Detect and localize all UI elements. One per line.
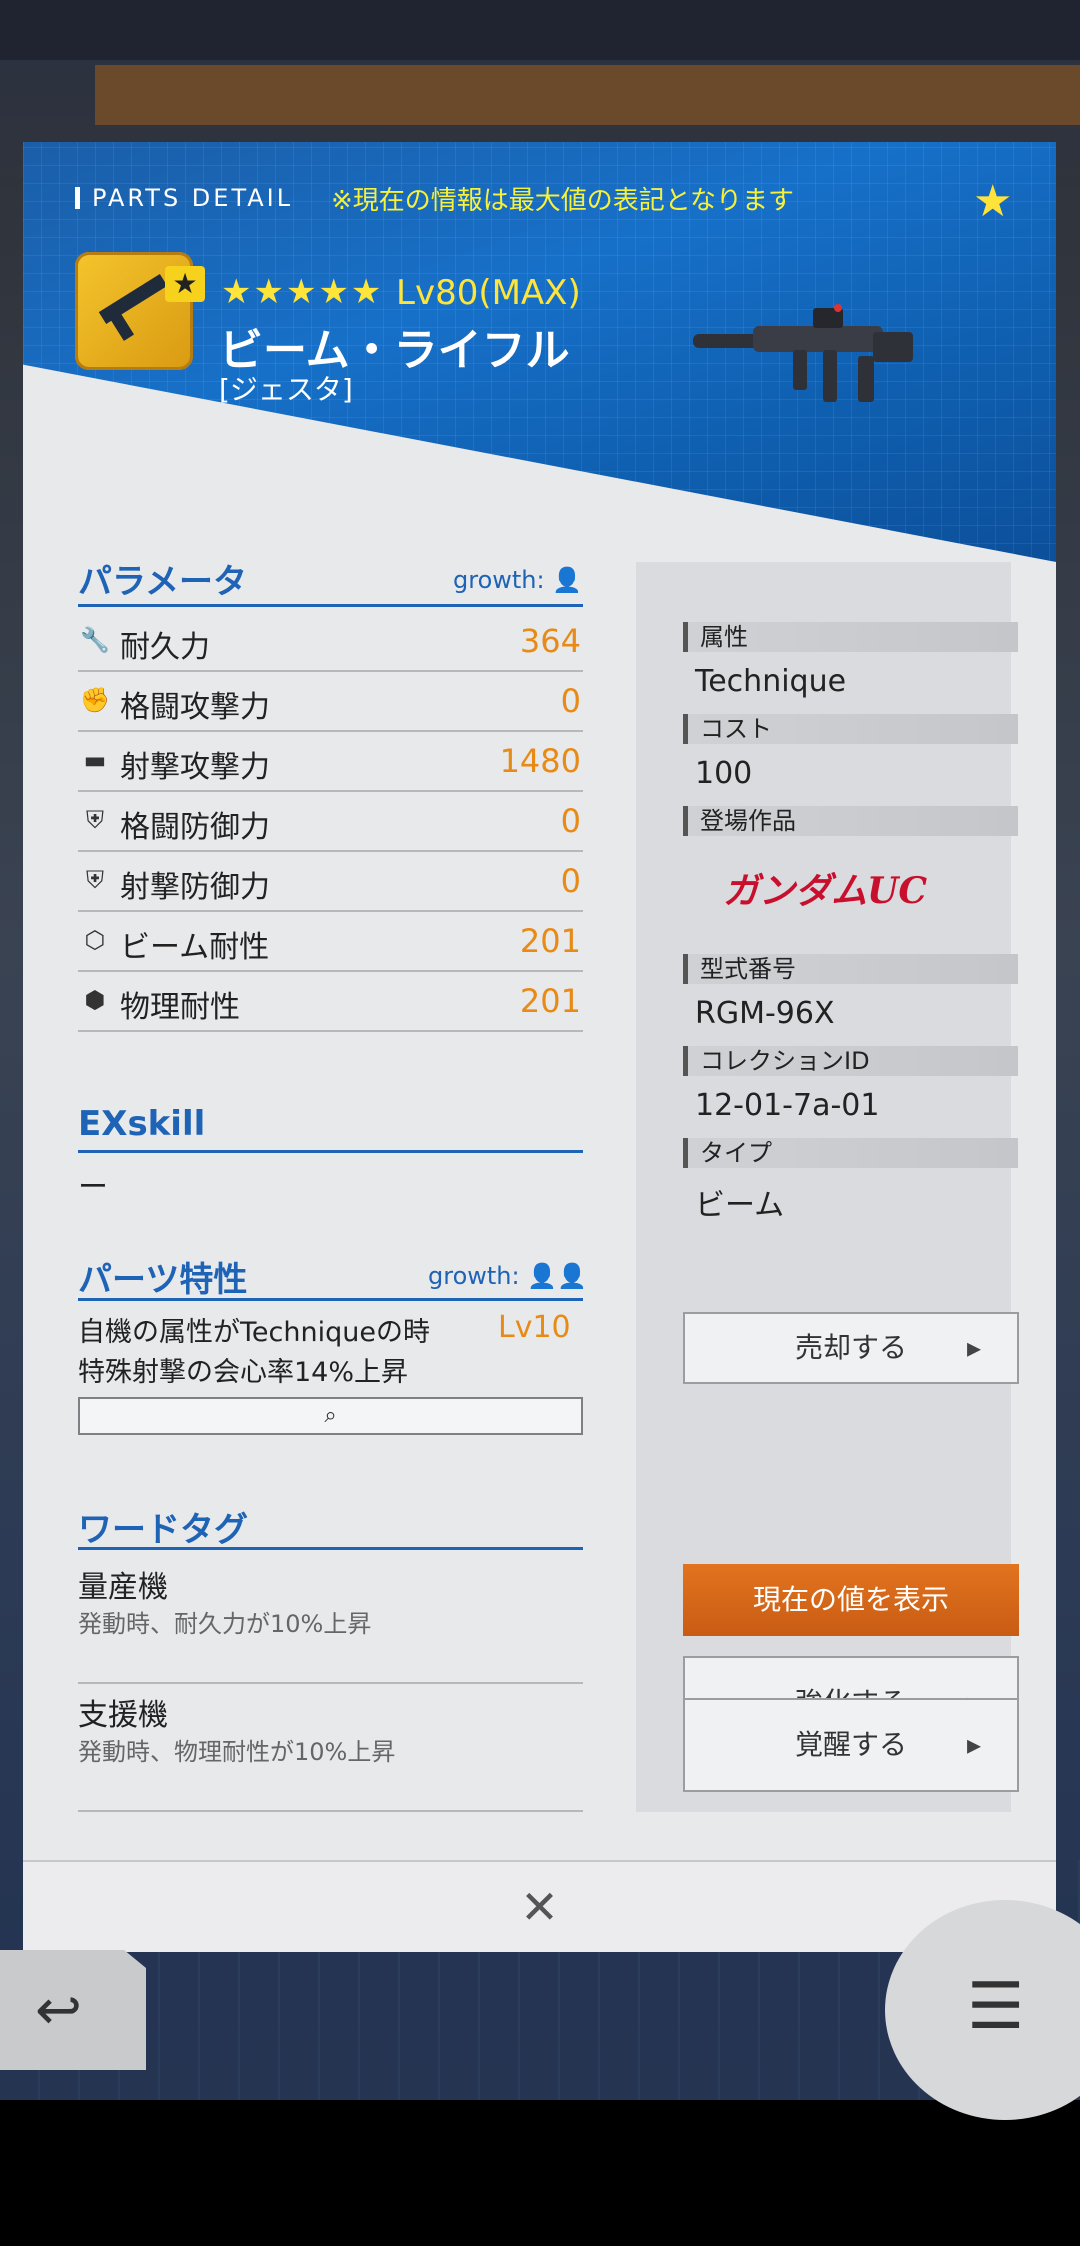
- params-title: パラメータ: [78, 562, 247, 602]
- trait-search-button[interactable]: ⌕: [78, 1397, 583, 1435]
- exskill-title-underline: [78, 1150, 583, 1153]
- param-row: ⛨ 射撃防御力 0: [78, 852, 583, 912]
- parts-detail-panel: PARTS DETAIL ※現在の情報は最大値の表記となります ★ ★ ★★★★…: [23, 142, 1056, 1952]
- hex-beam-icon: ⬡: [84, 926, 106, 954]
- favorite-star-icon[interactable]: ★: [973, 180, 1012, 224]
- attr-label: 属性: [683, 622, 1018, 652]
- traits-title: パーツ特性: [78, 1260, 248, 1300]
- show-current-label: 現在の値を表示: [752, 1583, 949, 1616]
- param-row: 🔧 耐久力 364: [78, 612, 583, 672]
- param-label: 耐久力: [120, 630, 210, 665]
- wordtag-divider: [78, 1682, 583, 1684]
- bottom-bar: [0, 2100, 1080, 2246]
- trait-text-line2: 特殊射撃の会心率14%上昇: [78, 1357, 409, 1388]
- wrench-icon: 🔧: [80, 626, 110, 654]
- max-value-note: ※現在の情報は最大値の表記となります: [331, 186, 795, 216]
- hamburger-menu-icon: ☰: [967, 1970, 1025, 2044]
- param-value: 201: [519, 922, 581, 960]
- melee-icon: ✊: [80, 686, 110, 714]
- close-icon[interactable]: ✕: [23, 1880, 1056, 1934]
- beam-rifle-image: [693, 304, 913, 402]
- param-row: ⬢ 物理耐性 201: [78, 972, 583, 1032]
- chevron-right-icon: ▸: [966, 1728, 981, 1761]
- traits-title-underline: [78, 1298, 583, 1301]
- wordtag-1-desc: 発動時、耐久力が10%上昇: [78, 1610, 372, 1638]
- params-growth-text: growth:: [453, 566, 545, 594]
- type-label: タイプ: [683, 1138, 1018, 1168]
- exskill-title: EXskill: [78, 1104, 206, 1144]
- param-value: 1480: [499, 742, 581, 780]
- wordtag-divider: [78, 1810, 583, 1812]
- back-arrow-icon: ↩: [35, 1978, 82, 2043]
- rifle-grip-glyph: [107, 309, 135, 341]
- wordtag-1-name: 量産機: [78, 1570, 168, 1605]
- wordtag-2-name: 支援機: [78, 1698, 168, 1733]
- chevron-right-icon: ▸: [966, 1331, 981, 1364]
- param-label: 物理耐性: [120, 990, 240, 1025]
- shield-shot-icon: ⛨: [86, 866, 104, 894]
- wordtag-title: ワードタグ: [78, 1510, 248, 1550]
- param-value: 0: [560, 682, 581, 720]
- gun-icon: ▬: [83, 746, 107, 774]
- background-shelf: [0, 0, 1080, 60]
- params-growth-label: growth: 👤: [453, 566, 582, 594]
- param-label: 格闘攻撃力: [120, 690, 270, 725]
- series-logo: ガンダムUC: [723, 870, 928, 912]
- awaken-button-label: 覚醒する: [794, 1728, 907, 1761]
- rarity-stars: ★★★★★: [221, 272, 384, 312]
- part-source-unit: [ジェスタ]: [219, 373, 353, 406]
- param-label: 射撃攻撃力: [120, 750, 270, 785]
- param-value: 364: [519, 622, 581, 660]
- parts-detail-label: PARTS DETAIL: [75, 184, 293, 212]
- param-label: 射撃防御力: [120, 870, 270, 905]
- background-wood-shelf: [95, 65, 1080, 125]
- sell-button[interactable]: 売却する ▸: [683, 1312, 1019, 1384]
- param-row: ▬ 射撃攻撃力 1480: [78, 732, 583, 792]
- close-bar: ✕: [23, 1860, 1056, 1952]
- traits-growth-text: growth:: [428, 1262, 520, 1290]
- sell-button-label: 売却する: [794, 1331, 907, 1364]
- params-title-underline: [78, 604, 583, 607]
- param-value: 0: [560, 802, 581, 840]
- show-current-value-button[interactable]: 現在の値を表示: [683, 1564, 1019, 1636]
- param-value: 0: [560, 862, 581, 900]
- model-label: 型式番号: [683, 954, 1018, 984]
- hex-physical-icon: ⬢: [84, 986, 106, 1014]
- attr-value: Technique: [695, 664, 847, 699]
- param-row: ⬡ ビーム耐性 201: [78, 912, 583, 972]
- exskill-value: ー: [78, 1170, 108, 1205]
- param-row: ✊ 格闘攻撃力 0: [78, 672, 583, 732]
- back-button[interactable]: ↩: [0, 1950, 146, 2070]
- collection-value: 12-01-7a-01: [695, 1088, 880, 1123]
- wordtag-2-desc: 発動時、物理耐性が10%上昇: [78, 1738, 396, 1766]
- param-value: 201: [519, 982, 581, 1020]
- cost-label: コスト: [683, 714, 1018, 744]
- traits-growth-label: growth: 👤👤: [428, 1262, 587, 1290]
- param-label: ビーム耐性: [120, 930, 270, 965]
- part-level: Lv80(MAX): [396, 273, 581, 313]
- trait-text-line1: 自機の属性がTechniqueの時: [78, 1317, 430, 1348]
- model-value: RGM-96X: [695, 996, 835, 1031]
- cost-value: 100: [695, 756, 753, 791]
- shield-melee-icon: ⛨: [86, 806, 104, 834]
- param-label: 格闘防御力: [120, 810, 270, 845]
- person-icon: 👤: [552, 566, 583, 594]
- series-label: 登場作品: [683, 806, 1018, 836]
- trait-level: Lv10: [498, 1310, 571, 1345]
- collection-label: コレクションID: [683, 1046, 1018, 1076]
- search-icon: ⌕: [324, 1403, 337, 1428]
- wordtag-title-underline: [78, 1547, 583, 1550]
- param-row: ⛨ 格闘防御力 0: [78, 792, 583, 852]
- type-value: ビーム: [695, 1188, 785, 1223]
- awaken-button[interactable]: 覚醒する ▸: [683, 1698, 1019, 1792]
- person-icon: 👤👤: [527, 1262, 587, 1290]
- star-badge-icon: ★: [165, 266, 205, 302]
